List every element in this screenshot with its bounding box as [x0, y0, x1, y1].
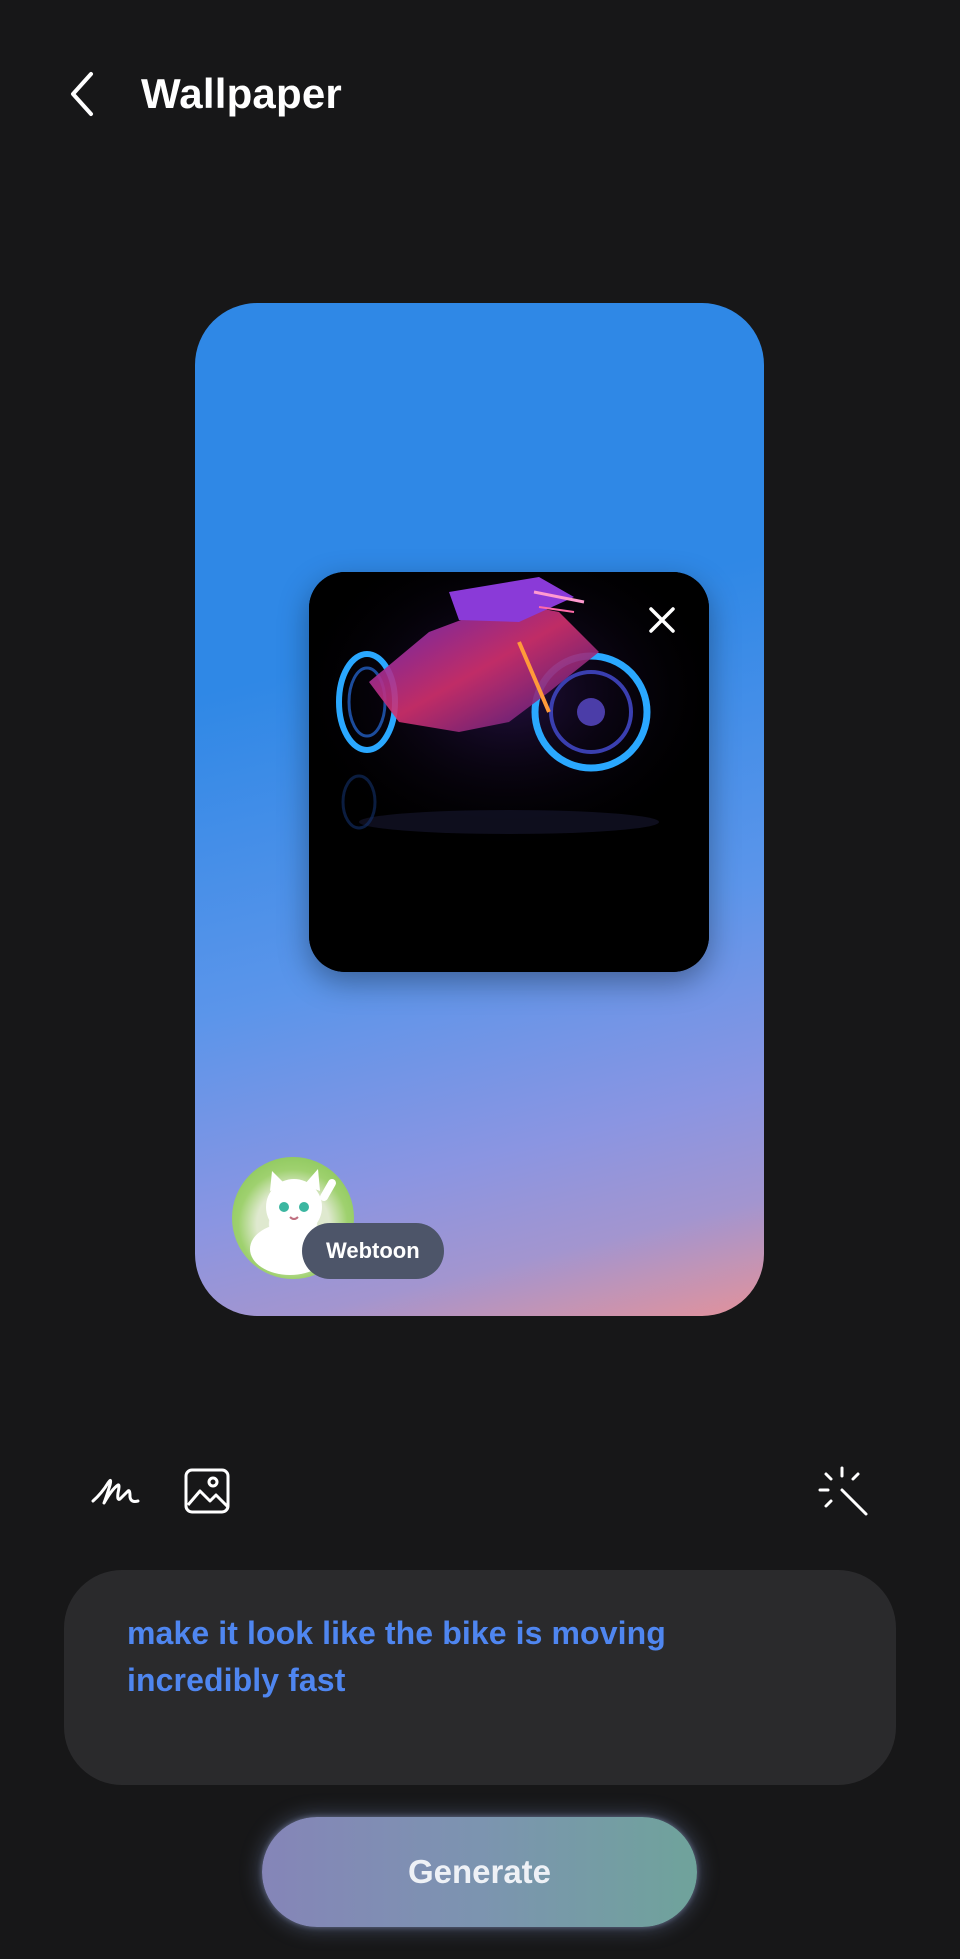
chevron-left-icon — [71, 72, 93, 116]
page-title: Wallpaper — [141, 70, 342, 117]
wallpaper-screen: Wallpaper Webtoon make it look like the … — [0, 0, 960, 1959]
generate-button[interactable]: Generate — [262, 1817, 697, 1927]
sparkle-icon — [818, 1466, 868, 1516]
handwriting-icon — [91, 1478, 140, 1505]
image-button[interactable] — [180, 1464, 234, 1518]
remove-image-button[interactable] — [640, 598, 684, 642]
prompt-input[interactable]: make it look like the bike is moving inc… — [64, 1570, 896, 1785]
magic-button[interactable] — [816, 1464, 872, 1520]
style-chip[interactable]: Webtoon — [302, 1223, 444, 1279]
prompt-text: make it look like the bike is moving inc… — [127, 1615, 666, 1698]
close-icon — [649, 607, 675, 633]
back-button[interactable] — [56, 64, 108, 124]
image-icon — [184, 1468, 230, 1514]
draw-button[interactable] — [88, 1466, 144, 1516]
